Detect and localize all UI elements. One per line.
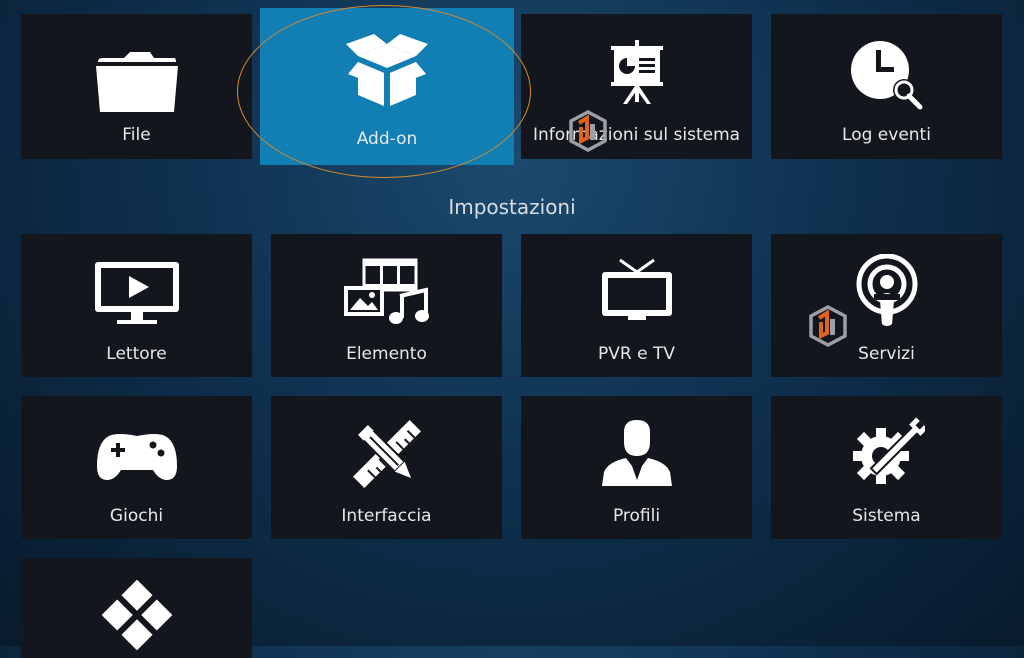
tile-label: Servizi [858,344,915,364]
tile-profiles[interactable]: Profili [521,396,752,539]
watermark-logo-icon [808,305,848,351]
tile-label: Add-on [356,129,418,149]
broadcast-icon [854,254,920,328]
tile-player[interactable]: Lettore [21,234,252,377]
diamond-grid-icon [101,580,172,650]
clock-search-icon [850,40,924,110]
section-title: Impostazioni [448,195,576,219]
tile-services[interactable]: Servizi [771,234,1002,377]
tile-system-info[interactable]: Informazioni sul sistema [521,14,752,159]
tile-games[interactable]: Giochi [21,396,252,539]
tile-label: Interfaccia [341,506,432,526]
addon-box-icon [344,30,430,110]
tile-label: Log eventi [842,125,931,145]
tile-interface[interactable]: Interfaccia [271,396,502,539]
tile-event-log[interactable]: Log eventi [771,14,1002,159]
tile-label: Sistema [852,506,921,526]
gear-wrench-icon [849,416,925,490]
tile-label: Profili [612,506,661,526]
tv-icon [600,258,674,322]
tile-system[interactable]: Sistema [771,396,1002,539]
tile-addon[interactable]: Add-on [260,8,514,165]
tile-label: Informazioni sul sistema [532,125,741,145]
tile-label: File [122,125,151,145]
tile-file[interactable]: File [21,14,252,159]
player-screen-icon [93,260,181,326]
media-library-icon [342,258,432,328]
tile-label: Elemento [346,344,427,364]
presentation-board-icon [609,40,665,104]
gamepad-icon [95,430,179,482]
folder-icon [94,50,180,114]
tile-pvr-tv[interactable]: PVR e TV [521,234,752,377]
watermark-logo-icon [568,110,608,156]
tile-partial[interactable] [21,558,252,658]
pencil-ruler-icon [351,418,423,490]
tile-label: Lettore [106,344,167,364]
tile-label: PVR e TV [598,344,675,364]
kodi-settings-screen: { "top_row": [ {"label": "File", "icon":… [0,0,1024,658]
tile-media[interactable]: Elemento [271,234,502,377]
user-profile-icon [600,418,674,486]
tile-label: Giochi [109,506,164,526]
